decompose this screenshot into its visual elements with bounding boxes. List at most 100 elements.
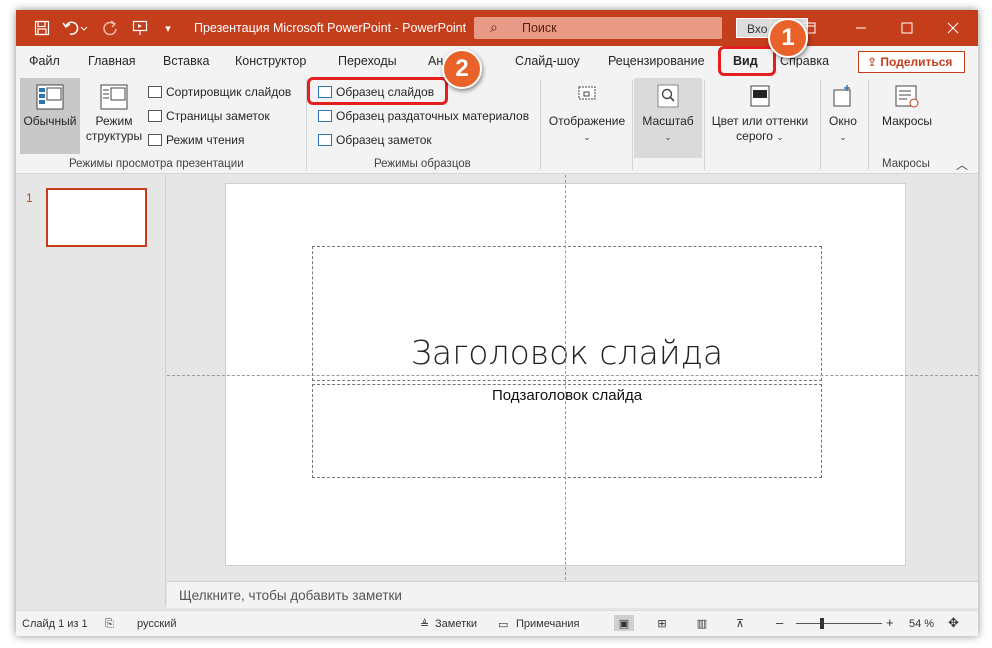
- language-indicator[interactable]: русский: [137, 618, 176, 630]
- outline-view-label-line2: структуры: [85, 129, 143, 143]
- color-grayscale-label-line2: серого: [736, 129, 773, 143]
- color-grayscale-button[interactable]: Цвет или оттенки серого ⌄: [708, 78, 812, 154]
- group-separator: [820, 80, 821, 170]
- outline-view-icon: [100, 84, 128, 110]
- tab-insert[interactable]: Вставка: [163, 54, 209, 68]
- macros-label: Макросы: [881, 114, 933, 128]
- ribbon-tabs: Файл Главная Вставка Конструктор Переход…: [16, 46, 978, 76]
- notes-pane[interactable]: Щелкните, чтобы добавить заметки: [167, 581, 978, 608]
- group-separator: [704, 80, 705, 170]
- group-label-master-views: Режимы образцов: [374, 158, 471, 170]
- zoom-label: Масштаб: [642, 114, 694, 128]
- highlight-slide-master: [307, 77, 448, 105]
- comments-icon[interactable]: ▭: [498, 618, 508, 631]
- normal-view-icon: [36, 84, 64, 110]
- notes-master-button[interactable]: Образец заметок: [318, 130, 432, 150]
- slide-sorter-button[interactable]: Сортировщик слайдов: [148, 82, 291, 102]
- group-label-presentation-views: Режимы просмотра презентации: [69, 158, 244, 170]
- tab-file[interactable]: Файл: [29, 54, 60, 68]
- handout-master-label: Образец раздаточных материалов: [336, 109, 530, 123]
- show-button[interactable]: Отображение ⌄: [546, 78, 628, 154]
- show-icon: [578, 86, 596, 100]
- group-separator: [540, 80, 541, 170]
- color-grayscale-label-line1: Цвет или оттенки: [711, 114, 809, 128]
- comments-label[interactable]: Примечания: [516, 618, 580, 630]
- slide-sorter-status-icon[interactable]: ⊞: [652, 615, 672, 631]
- highlight-view-tab: [718, 46, 776, 76]
- slide-sorter-icon: [148, 86, 162, 98]
- maximize-icon[interactable]: [884, 10, 930, 46]
- slideshow-status-icon[interactable]: ⊼: [730, 615, 750, 631]
- color-dropdown-icon: ⌄: [776, 132, 784, 142]
- reading-view-icon: [148, 134, 162, 146]
- window-button[interactable]: Окно ⌄: [822, 78, 864, 154]
- notes-toggle-label[interactable]: Заметки: [435, 618, 477, 630]
- color-grayscale-icon: [750, 85, 770, 107]
- reading-view-button[interactable]: Режим чтения: [148, 130, 244, 150]
- reading-view-label: Режим чтения: [166, 133, 245, 147]
- notes-toggle-icon[interactable]: ≜: [420, 618, 429, 631]
- notes-page-button[interactable]: Страницы заметок: [148, 106, 270, 126]
- share-button[interactable]: ⇪ Поделиться: [858, 51, 965, 73]
- search-placeholder: Поиск: [522, 21, 557, 35]
- step-badge-2: 2: [442, 49, 482, 89]
- search-icon: ⌕: [490, 19, 498, 35]
- zoom-dropdown-icon: ⌄: [664, 132, 672, 142]
- undo-icon[interactable]: [60, 10, 90, 46]
- group-separator: [868, 80, 869, 170]
- customize-qat-icon[interactable]: ▾: [158, 10, 178, 46]
- title-placeholder[interactable]: Заголовок слайда: [312, 246, 822, 381]
- tab-slideshow[interactable]: Слайд-шоу: [515, 54, 580, 68]
- group-label-macros: Макросы: [882, 158, 930, 170]
- window-label: Окно: [829, 114, 857, 128]
- notes-master-label: Образец заметок: [336, 133, 432, 147]
- new-window-icon: [833, 85, 851, 107]
- search-box[interactable]: ⌕ Поиск: [474, 17, 722, 39]
- fit-to-window-icon[interactable]: ✥: [948, 615, 959, 631]
- slide-editing-area: Заголовок слайда Подзаголовок слайда: [167, 175, 978, 580]
- handout-master-icon: [318, 110, 332, 122]
- vertical-guide: [565, 175, 566, 580]
- handout-master-button[interactable]: Образец раздаточных материалов: [318, 106, 529, 126]
- macros-icon: [895, 85, 919, 108]
- normal-view-button[interactable]: Обычный: [20, 78, 80, 154]
- minimize-icon[interactable]: [838, 10, 884, 46]
- document-title: Презентация Microsoft PowerPoint - Power…: [194, 21, 467, 35]
- zoom-slider-thumb[interactable]: [819, 618, 824, 629]
- close-icon[interactable]: [930, 10, 976, 46]
- notes-placeholder: Щелкните, чтобы добавить заметки: [179, 588, 402, 603]
- subtitle-placeholder[interactable]: Подзаголовок слайда: [312, 384, 822, 478]
- show-label: Отображение: [548, 114, 626, 128]
- status-bar: Слайд 1 из 1 ⎘ русский ≜ Заметки ▭ Приме…: [16, 610, 978, 636]
- tab-transitions[interactable]: Переходы: [338, 54, 397, 68]
- tab-animations[interactable]: Ан: [428, 54, 443, 68]
- zoom-button[interactable]: Масштаб ⌄: [634, 78, 702, 158]
- tab-review[interactable]: Рецензирование: [608, 54, 705, 68]
- notes-page-icon: [148, 110, 162, 122]
- slide-subtitle: Подзаголовок слайда: [491, 387, 643, 404]
- zoom-slider-track[interactable]: [796, 623, 882, 624]
- reading-view-status-icon[interactable]: ▥: [692, 615, 712, 631]
- slide-sorter-label: Сортировщик слайдов: [166, 85, 292, 99]
- collapse-ribbon-icon[interactable]: ︿: [956, 156, 968, 173]
- redo-icon[interactable]: [98, 10, 122, 46]
- tab-home[interactable]: Главная: [88, 54, 136, 68]
- normal-view-status-icon[interactable]: ▣: [614, 615, 634, 631]
- slide-thumbnail[interactable]: [46, 188, 147, 247]
- save-icon[interactable]: [30, 10, 54, 46]
- horizontal-guide: [167, 375, 978, 376]
- title-bar: ▾ Презентация Microsoft PowerPoint - Pow…: [16, 10, 978, 46]
- show-dropdown-icon: ⌄: [583, 132, 591, 142]
- notes-page-label: Страницы заметок: [166, 109, 270, 123]
- tab-design[interactable]: Конструктор: [235, 54, 306, 68]
- notes-master-icon: [318, 134, 332, 146]
- zoom-in-button[interactable]: +: [886, 615, 894, 630]
- outline-view-button[interactable]: Режим структуры: [84, 78, 144, 154]
- accessibility-icon[interactable]: ⎘: [105, 618, 114, 631]
- start-from-beginning-icon[interactable]: [128, 10, 152, 46]
- powerpoint-window: ▾ Презентация Microsoft PowerPoint - Pow…: [16, 10, 978, 636]
- zoom-out-button[interactable]: –: [776, 615, 783, 630]
- zoom-percentage[interactable]: 54 %: [909, 618, 934, 630]
- slide-counter: Слайд 1 из 1: [22, 618, 88, 630]
- macros-button[interactable]: Макросы: [876, 78, 938, 154]
